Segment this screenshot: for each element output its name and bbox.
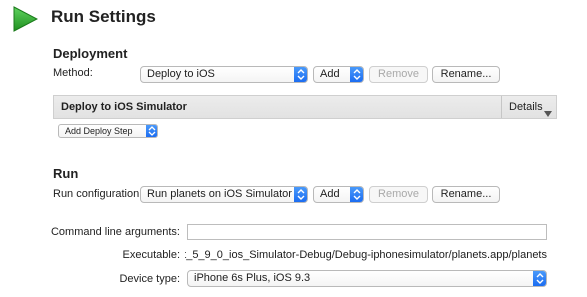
add-deploy-step-combo[interactable]: Add Deploy Step — [58, 124, 158, 138]
deploy-add-label: Add — [320, 68, 340, 80]
executable-path: ets-Qt_5_9_0_ios_Simulator-Debug/Debug-i… — [185, 249, 547, 261]
divider — [501, 96, 502, 118]
details-button[interactable]: Details — [509, 101, 543, 113]
deploy-panel-title: Deploy to iOS Simulator — [61, 101, 187, 113]
run-rename-button[interactable]: Rename... — [432, 186, 500, 203]
run-section-title: Run — [53, 166, 79, 181]
chevron-updown-icon — [146, 125, 157, 137]
add-deploy-step-label: Add Deploy Step — [65, 126, 133, 136]
run-config-combo[interactable]: Run planets on iOS Simulator — [140, 186, 308, 203]
executable-label: Executable: — [122, 249, 180, 261]
run-add-label: Add — [320, 188, 340, 200]
deploy-remove-button[interactable]: Remove — [369, 66, 428, 83]
run-config-label: Run configuration: — [53, 188, 143, 200]
page-title: Run Settings — [51, 7, 156, 26]
chevron-updown-icon — [350, 187, 363, 202]
method-value: Deploy to iOS — [147, 68, 215, 80]
device-type-label: Device type: — [119, 273, 180, 285]
run-config-value: Run planets on iOS Simulator — [147, 188, 292, 200]
method-label: Method: — [53, 67, 93, 79]
chevron-updown-icon — [294, 187, 307, 202]
method-combo[interactable]: Deploy to iOS — [140, 66, 308, 83]
chevron-updown-icon — [294, 67, 307, 82]
deploy-add-button[interactable]: Add — [313, 66, 364, 83]
deploy-steps-panel-header: Deploy to iOS Simulator Details — [53, 95, 557, 119]
chevron-down-icon[interactable] — [544, 104, 552, 122]
run-icon — [12, 6, 39, 32]
device-type-combo[interactable]: iPhone 6s Plus, iOS 9.3 — [187, 270, 547, 287]
deploy-rename-button[interactable]: Rename... — [432, 66, 500, 83]
run-add-button[interactable]: Add — [313, 186, 364, 203]
args-label: Command line arguments: — [50, 226, 180, 238]
executable-value: ets-Qt_5_9_0_ios_Simulator-Debug/Debug-i… — [185, 249, 547, 261]
chevron-updown-icon — [350, 67, 363, 82]
device-type-value: iPhone 6s Plus, iOS 9.3 — [194, 272, 311, 284]
args-input[interactable] — [187, 224, 547, 240]
run-remove-button[interactable]: Remove — [369, 186, 428, 203]
deployment-section-title: Deployment — [53, 46, 128, 61]
chevron-updown-icon — [533, 271, 546, 286]
